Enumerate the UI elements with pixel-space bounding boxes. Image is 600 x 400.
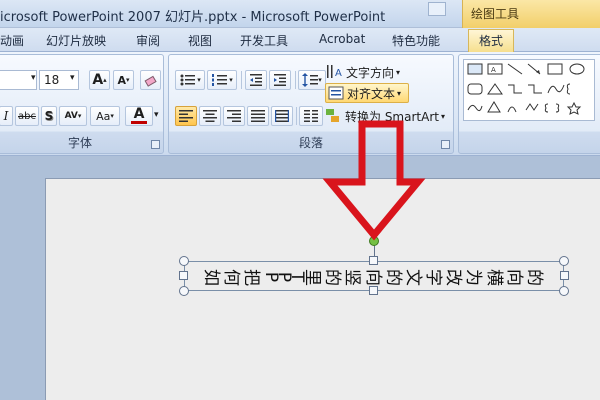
font-color-bar bbox=[131, 121, 147, 124]
font-group: ▾ 18 ▾ A ▴ A ▾ I abc S AV ▾ Aa ▾ A ▾ 字体 bbox=[0, 54, 164, 154]
convert-smartart-button[interactable]: 转换为 SmartArt ▾ bbox=[325, 106, 453, 126]
ribbon-tabs: 动画 幻灯片放映 审阅 视图 开发工具 Acrobat 特色功能 格式 bbox=[0, 28, 600, 52]
align-center-button[interactable] bbox=[199, 106, 221, 126]
resize-handle-bottom[interactable] bbox=[369, 286, 378, 295]
decrease-indent-icon bbox=[250, 74, 262, 86]
chevron-down-icon[interactable]: ▾ bbox=[70, 73, 75, 83]
align-text-button[interactable]: 对齐文本 ▾ bbox=[325, 83, 409, 103]
align-left-button[interactable] bbox=[175, 106, 197, 126]
char-spacing-button[interactable]: AV ▾ bbox=[59, 106, 87, 126]
line-spacing-button[interactable]: ▾ bbox=[298, 70, 326, 90]
tab-developer[interactable]: 开发工具 bbox=[240, 32, 288, 49]
tab-review[interactable]: 审阅 bbox=[136, 32, 160, 49]
tab-format[interactable]: 格式 bbox=[468, 29, 515, 52]
separator bbox=[241, 71, 242, 89]
tab-slideshow[interactable]: 幻灯片放映 bbox=[46, 32, 106, 49]
shrink-font-button[interactable]: A ▾ bbox=[113, 70, 134, 90]
numbering-icon bbox=[212, 74, 228, 86]
slide-workspace: 如何把PPT里的竖向的文字改为横向的 bbox=[0, 156, 600, 400]
shrink-font-icon: A bbox=[117, 73, 126, 87]
shapes-group: A bbox=[458, 54, 600, 154]
justify-button[interactable] bbox=[247, 106, 269, 126]
font-size-value: 18 bbox=[44, 73, 60, 87]
smartart-icon bbox=[326, 109, 339, 122]
resize-handle-top[interactable] bbox=[369, 256, 378, 265]
ribbon: ▾ 18 ▾ A ▴ A ▾ I abc S AV ▾ Aa ▾ A ▾ 字体 … bbox=[0, 52, 600, 156]
align-center-icon bbox=[203, 110, 217, 122]
resize-handle-left[interactable] bbox=[179, 271, 188, 280]
text-direction-button[interactable]: A 文字方向 ▾ bbox=[325, 62, 413, 82]
paragraph-group-label: 段落 bbox=[298, 136, 323, 150]
resize-handle-bottom-left[interactable] bbox=[179, 286, 189, 296]
dialog-launcher-icon[interactable] bbox=[151, 140, 160, 149]
slide-canvas[interactable]: 如何把PPT里的竖向的文字改为横向的 bbox=[45, 178, 600, 400]
context-tab-drawing-tools: 绘图工具 bbox=[462, 0, 600, 28]
strikethrough-button[interactable]: abc bbox=[15, 106, 39, 126]
paragraph-group: ▾ ▾ ▾ A 文字方向 ▾ 对齐文本 ▾ 转换为 SmartArt ▾ 段落 bbox=[168, 54, 454, 154]
change-case-button[interactable]: Aa ▾ bbox=[90, 106, 120, 126]
font-color-icon: A bbox=[133, 106, 145, 122]
bullets-icon bbox=[180, 74, 196, 86]
decrease-indent-button[interactable] bbox=[245, 70, 267, 90]
columns-icon bbox=[304, 110, 318, 122]
align-right-icon bbox=[227, 110, 241, 122]
shapes-gallery: A bbox=[463, 59, 595, 121]
svg-text:A: A bbox=[491, 66, 496, 74]
rotation-handle[interactable] bbox=[369, 236, 379, 246]
svg-text:A: A bbox=[335, 68, 342, 79]
tab-acrobat[interactable]: Acrobat bbox=[319, 32, 365, 46]
font-color-button[interactable]: A bbox=[125, 106, 153, 126]
tab-animations[interactable]: 动画 bbox=[0, 32, 24, 49]
distributed-button[interactable] bbox=[271, 106, 293, 126]
separator bbox=[296, 107, 297, 125]
tab-view[interactable]: 视图 bbox=[188, 32, 212, 49]
textbox-char: 的 bbox=[524, 268, 545, 286]
bullets-button[interactable]: ▾ bbox=[175, 70, 205, 90]
context-tab-label: 绘图工具 bbox=[471, 7, 520, 21]
increase-indent-button[interactable] bbox=[269, 70, 291, 90]
line-spacing-icon bbox=[302, 73, 319, 87]
distributed-icon bbox=[275, 110, 289, 122]
resize-handle-bottom-right[interactable] bbox=[559, 286, 569, 296]
increase-indent-icon bbox=[274, 74, 286, 86]
window-control-button[interactable] bbox=[428, 2, 446, 16]
grow-font-button[interactable]: A ▴ bbox=[89, 70, 110, 90]
chevron-down-icon[interactable]: ▾ bbox=[154, 110, 159, 120]
justify-icon bbox=[251, 110, 265, 122]
align-right-button[interactable] bbox=[223, 106, 245, 126]
shapes-gallery-icons: A bbox=[467, 63, 585, 115]
separator bbox=[295, 71, 296, 89]
text-direction-icon: A bbox=[327, 65, 342, 79]
text-direction-label: 文字方向 bbox=[346, 65, 395, 80]
shadow-button[interactable]: S bbox=[41, 106, 57, 126]
title-bar: icrosoft PowerPoint 2007 幻灯片.pptx - Micr… bbox=[0, 0, 600, 28]
convert-smartart-label: 转换为 SmartArt bbox=[345, 109, 439, 124]
chevron-down-icon[interactable]: ▾ bbox=[31, 73, 36, 83]
eraser-icon bbox=[143, 75, 157, 87]
italic-button[interactable]: I bbox=[0, 106, 13, 126]
tab-features[interactable]: 特色功能 bbox=[392, 32, 440, 49]
align-text-icon bbox=[328, 86, 344, 100]
window-title: icrosoft PowerPoint 2007 幻灯片.pptx - Micr… bbox=[0, 10, 386, 25]
resize-handle-right[interactable] bbox=[560, 271, 569, 280]
resize-handle-top-right[interactable] bbox=[559, 256, 569, 266]
grow-font-icon: A bbox=[92, 72, 104, 88]
align-text-label: 对齐文本 bbox=[347, 86, 396, 101]
numbering-button[interactable]: ▾ bbox=[207, 70, 237, 90]
resize-handle-top-left[interactable] bbox=[179, 256, 189, 266]
font-group-label: 字体 bbox=[67, 136, 92, 150]
clear-format-button[interactable] bbox=[140, 70, 161, 90]
align-left-icon bbox=[179, 110, 193, 122]
columns-button[interactable] bbox=[299, 106, 323, 126]
dialog-launcher-icon[interactable] bbox=[441, 140, 450, 149]
